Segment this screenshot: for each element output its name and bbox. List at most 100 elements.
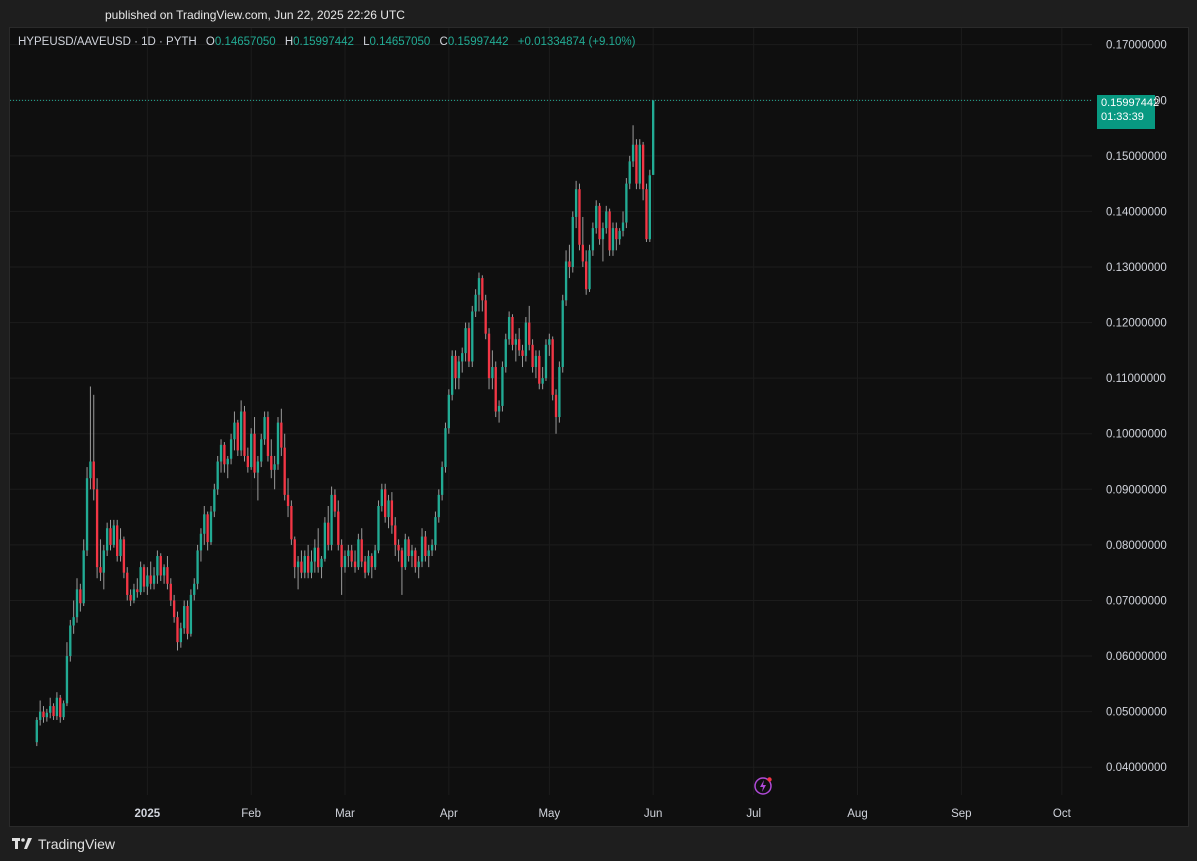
candle-body <box>504 339 507 368</box>
candle-body <box>464 328 467 354</box>
candle-body <box>306 556 310 573</box>
close-label: C <box>439 36 448 48</box>
bar-countdown: 01:33:39 <box>1101 111 1144 123</box>
candle-body <box>420 536 424 562</box>
candle-body <box>317 547 320 568</box>
candle-body <box>45 712 49 718</box>
time-tick-label: Oct <box>1053 808 1072 820</box>
price-tick-label: 0.05000000 <box>1106 707 1167 719</box>
candle-body <box>615 228 618 240</box>
candle-body <box>551 339 554 395</box>
high-label: H <box>284 36 294 48</box>
candle-body <box>102 550 105 573</box>
candle-body <box>273 464 276 470</box>
candle-body <box>290 505 293 540</box>
lightning-icon[interactable] <box>753 776 773 796</box>
candle-body <box>132 589 136 601</box>
price-tick-label: 0.17000000 <box>1106 40 1167 52</box>
candle-body <box>424 536 427 557</box>
candle-body <box>166 567 169 584</box>
candle-body <box>601 228 605 240</box>
candle-body <box>541 378 544 384</box>
candle-body <box>641 144 645 190</box>
candle-body <box>35 719 38 743</box>
candle-body <box>628 161 631 184</box>
candle-body <box>82 550 85 604</box>
candle-body <box>528 322 531 345</box>
candle-body <box>129 594 132 601</box>
candle-body <box>236 422 239 451</box>
candle-body <box>621 222 625 231</box>
candle-body <box>95 489 99 568</box>
candle-body <box>434 517 437 545</box>
candle-body <box>260 439 263 462</box>
candle-body <box>363 561 367 573</box>
candle-body <box>561 300 564 368</box>
candle-body <box>558 367 561 418</box>
candle-body <box>75 589 79 618</box>
candle-body <box>591 228 595 251</box>
open-label: O <box>205 36 215 48</box>
candle-body <box>280 422 283 448</box>
price-tick-label: 0.10000000 <box>1106 429 1167 441</box>
price-tick-label: 0.11000000 <box>1106 373 1166 385</box>
candle-body <box>162 567 166 576</box>
candle-body <box>49 706 52 713</box>
candle-body <box>293 539 296 568</box>
time-tick-label: Feb <box>241 808 261 820</box>
price-tick-label: 0.09000000 <box>1106 484 1167 496</box>
high-value: 0.15997442 <box>293 36 354 48</box>
candle-body <box>497 405 501 412</box>
candle-body <box>534 355 538 368</box>
candle-body <box>370 556 373 568</box>
candle-body <box>263 417 266 440</box>
open-value: 0.14657050 <box>214 36 276 48</box>
price-tick-label: 0.08000000 <box>1106 540 1167 552</box>
tradingview-brand: TradingView <box>38 836 116 852</box>
candle-body <box>149 575 152 584</box>
candle-body <box>142 567 146 587</box>
candle-body <box>206 514 209 543</box>
candle-body <box>611 228 615 251</box>
candle-body <box>65 656 69 704</box>
candle-body <box>384 489 387 518</box>
candle-body <box>99 567 102 573</box>
candle-body <box>444 428 447 468</box>
candle-body <box>648 175 651 240</box>
candle-body <box>588 250 591 290</box>
candle-body <box>303 556 306 573</box>
candle-body <box>270 455 273 470</box>
candle-body <box>605 211 608 229</box>
symbol-legend: HYPEUSD/AAVEUSD · 1D · PYTH O0.14657050 … <box>18 36 635 48</box>
candle-body <box>511 317 514 345</box>
candle-body <box>209 511 213 543</box>
tradingview-icon <box>12 838 32 849</box>
candle-body <box>467 328 471 362</box>
candle-body <box>635 144 638 184</box>
candle-body <box>357 539 360 568</box>
candle-body <box>554 394 558 418</box>
candle-body <box>437 494 440 518</box>
candle-body <box>524 322 528 356</box>
tradingview-logo[interactable]: TradingView <box>12 836 115 852</box>
candlestick-chart[interactable]: 0.170000000.160000000.150000000.14000000… <box>0 0 1197 861</box>
price-tick-label: 0.06000000 <box>1106 651 1167 663</box>
candle-body <box>246 455 250 468</box>
candle-body <box>159 556 162 576</box>
candle-body <box>430 544 434 551</box>
candle-body <box>89 461 92 479</box>
price-tick-label: 0.15000000 <box>1106 151 1167 163</box>
candle-body <box>199 533 203 551</box>
candle-body <box>457 361 461 379</box>
candle-body <box>296 561 300 568</box>
candle-body <box>38 711 42 720</box>
candle-body <box>477 278 481 295</box>
candle-body <box>474 294 477 312</box>
candle-body <box>189 594 193 634</box>
candle-body <box>203 514 206 534</box>
candle-body <box>300 561 303 573</box>
candle-body <box>404 539 407 568</box>
change-value: +0.01334874 (+9.10%) <box>517 36 636 48</box>
candle-body <box>645 189 648 240</box>
candle-body <box>394 525 397 545</box>
